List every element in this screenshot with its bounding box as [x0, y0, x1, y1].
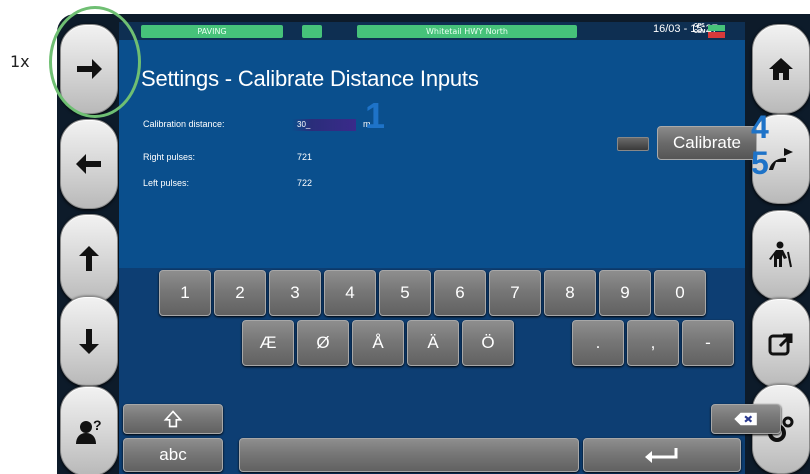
screen: PAVING Whitetail HWY North 16/03 - 15:27… — [119, 22, 781, 474]
arrow-right-icon — [77, 59, 102, 79]
up-button[interactable] — [60, 214, 118, 304]
speed-label: 1x — [10, 52, 30, 71]
user-help-icon: ? — [76, 417, 102, 444]
key-3[interactable]: 3 — [269, 270, 321, 316]
calibration-distance-input[interactable]: 30_ — [292, 119, 356, 131]
right-pulses-value: 721 — [297, 152, 313, 162]
space-key[interactable] — [239, 438, 579, 472]
mode-indicator: PAVING — [141, 25, 283, 38]
device-frame: ? PAVING Whitetail HWY North 16/03 - 15:… — [57, 14, 810, 474]
key-o-slash[interactable]: Ø — [297, 320, 349, 366]
calibrate-button[interactable]: Calibrate — [657, 126, 757, 160]
left-pulses-label: Left pulses: — [143, 178, 190, 188]
key-a-ring[interactable]: Å — [352, 320, 404, 366]
key-period[interactable]: . — [572, 320, 624, 366]
gsm-status-indicator — [708, 32, 725, 38]
worker-icon — [769, 241, 792, 268]
next-button[interactable] — [60, 24, 118, 114]
key-hyphen[interactable]: - — [682, 320, 734, 366]
key-o-umlaut[interactable]: Ö — [462, 320, 514, 366]
arrow-down-icon — [79, 329, 99, 354]
abc-key[interactable]: abc — [123, 438, 223, 472]
key-5[interactable]: 5 — [379, 270, 431, 316]
worker-button[interactable] — [752, 210, 810, 300]
down-button[interactable] — [60, 296, 118, 386]
connection-indicator — [302, 25, 322, 38]
user-help-button[interactable]: ? — [60, 386, 118, 474]
shift-icon — [163, 410, 183, 428]
key-6[interactable]: 6 — [434, 270, 486, 316]
export-button[interactable] — [752, 298, 810, 388]
key-1[interactable]: 1 — [159, 270, 211, 316]
home-icon — [769, 58, 793, 80]
key-9[interactable]: 9 — [599, 270, 651, 316]
key-4[interactable]: 4 — [324, 270, 376, 316]
key-a-umlaut[interactable]: Ä — [407, 320, 459, 366]
right-pulses-label: Right pulses: — [143, 152, 196, 162]
back-button[interactable] — [60, 119, 118, 209]
road-indicator: Whitetail HWY North — [357, 25, 577, 38]
signal-labels: GPS GSM — [694, 23, 705, 35]
on-screen-keyboard: 1 2 3 4 5 6 7 8 9 0 Æ Ø Å Ä Ö . , - abc — [119, 268, 781, 474]
status-bar: PAVING Whitetail HWY North 16/03 - 15:27… — [119, 22, 745, 40]
backspace-key[interactable] — [711, 404, 781, 434]
export-icon — [768, 333, 793, 356]
key-ae[interactable]: Æ — [242, 320, 294, 366]
key-7[interactable]: 7 — [489, 270, 541, 316]
gps-status-indicator — [708, 25, 725, 31]
page: 1x ? PAVING Whitetail HWY North 16/03 - … — [0, 0, 810, 474]
backspace-icon — [734, 412, 757, 426]
calibration-status-light — [617, 137, 649, 151]
left-pulses-value: 722 — [297, 178, 313, 188]
key-comma[interactable]: , — [627, 320, 679, 366]
paver-icon — [769, 148, 793, 170]
annotation-1: 1 — [365, 95, 386, 136]
home-button[interactable] — [752, 24, 810, 114]
calibration-distance-label: Calibration distance: — [143, 119, 225, 129]
key-2[interactable]: 2 — [214, 270, 266, 316]
svg-text:?: ? — [93, 417, 102, 433]
arrow-left-icon — [76, 154, 101, 174]
enter-icon — [645, 448, 678, 463]
gsm-label: GSM — [694, 29, 706, 35]
annotation-5: 5 — [751, 145, 769, 181]
key-8[interactable]: 8 — [544, 270, 596, 316]
shift-key[interactable] — [123, 404, 223, 434]
annotation-4: 4 — [751, 109, 769, 145]
key-0[interactable]: 0 — [654, 270, 706, 316]
page-title: Settings - Calibrate Distance Inputs — [141, 66, 479, 91]
arrow-up-icon — [79, 246, 99, 271]
enter-key[interactable] — [583, 438, 741, 472]
